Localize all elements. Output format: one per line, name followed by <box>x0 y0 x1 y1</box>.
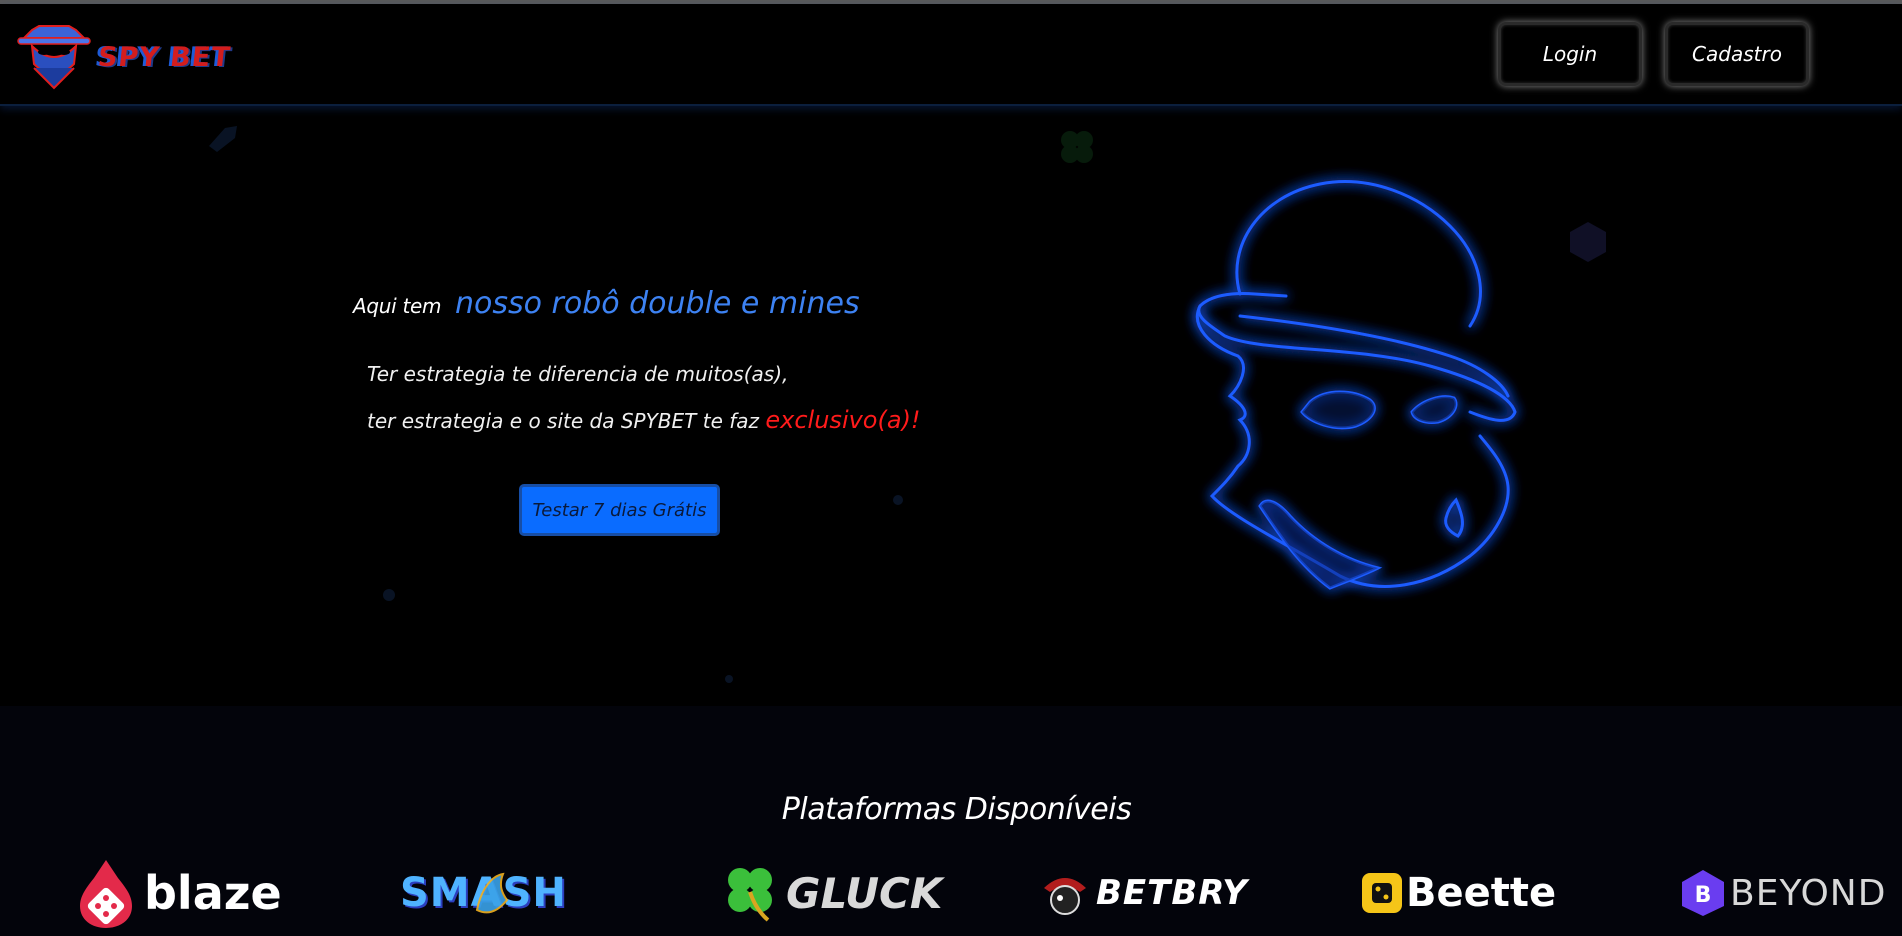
brand-name: SPY BET <box>96 42 233 73</box>
neon-spy-face-icon <box>1196 180 1517 590</box>
svg-text:B: B <box>1695 883 1712 908</box>
register-button[interactable]: Cadastro <box>1665 22 1809 86</box>
hero-description-text: ter estrategia e o site da SPYBET te faz <box>367 409 760 433</box>
star-deco-icon <box>383 589 395 601</box>
spy-mascot-icon <box>17 25 91 90</box>
platform-name: blaze <box>144 866 282 920</box>
platform-beette[interactable]: Beette <box>1360 856 1556 930</box>
platform-beyond[interactable]: B BEYOND <box>1680 856 1886 930</box>
hero-accent-text: nosso robô double e mines <box>455 286 860 321</box>
platform-betbry[interactable]: BETBRY <box>1040 856 1248 930</box>
pirate-icon <box>1044 878 1086 915</box>
hero-lead-text: Aqui tem <box>353 294 442 318</box>
platform-blaze[interactable]: blaze <box>78 856 282 930</box>
free-trial-button[interactable]: Testar 7 dias Grátis <box>519 484 720 536</box>
platform-name: GLUCK <box>786 868 943 918</box>
clover-icon <box>728 868 772 922</box>
hero-highlight-text: exclusivo(a)! <box>765 406 921 434</box>
platform-gluck[interactable]: GLUCK <box>720 856 942 930</box>
shark-icon <box>475 872 509 914</box>
b-hexagon-icon: B <box>1682 870 1724 916</box>
hero-section: Aqui tem nosso robô double e mines Ter e… <box>0 106 1902 706</box>
platform-name: Beette <box>1406 870 1557 916</box>
platforms-title: Plataformas Disponíveis <box>781 792 1132 827</box>
platforms-section: Plataformas Disponíveis blaze SMASH GLUC… <box>0 706 1902 936</box>
clover-deco-icon <box>1061 131 1093 163</box>
platform-smash[interactable]: SMASH <box>400 856 566 930</box>
hero-description-line-2: ter estrategia e o site da SPYBET te faz… <box>367 406 921 434</box>
hero-description-line-1: Ter estrategia te diferencia de muitos(a… <box>367 362 789 386</box>
platform-name: BEYOND <box>1730 872 1887 914</box>
rocket-icon <box>209 126 237 152</box>
platform-name: BETBRY <box>1096 873 1248 913</box>
login-button[interactable]: Login <box>1498 22 1642 86</box>
dice-square-icon <box>1362 873 1402 913</box>
spybet-logo[interactable]: SPY BET <box>14 18 264 98</box>
site-header: SPY BET Login Cadastro <box>0 4 1902 106</box>
blaze-dice-icon <box>80 860 132 928</box>
dot-deco-icon <box>725 675 733 683</box>
dot-deco-icon <box>893 495 903 505</box>
